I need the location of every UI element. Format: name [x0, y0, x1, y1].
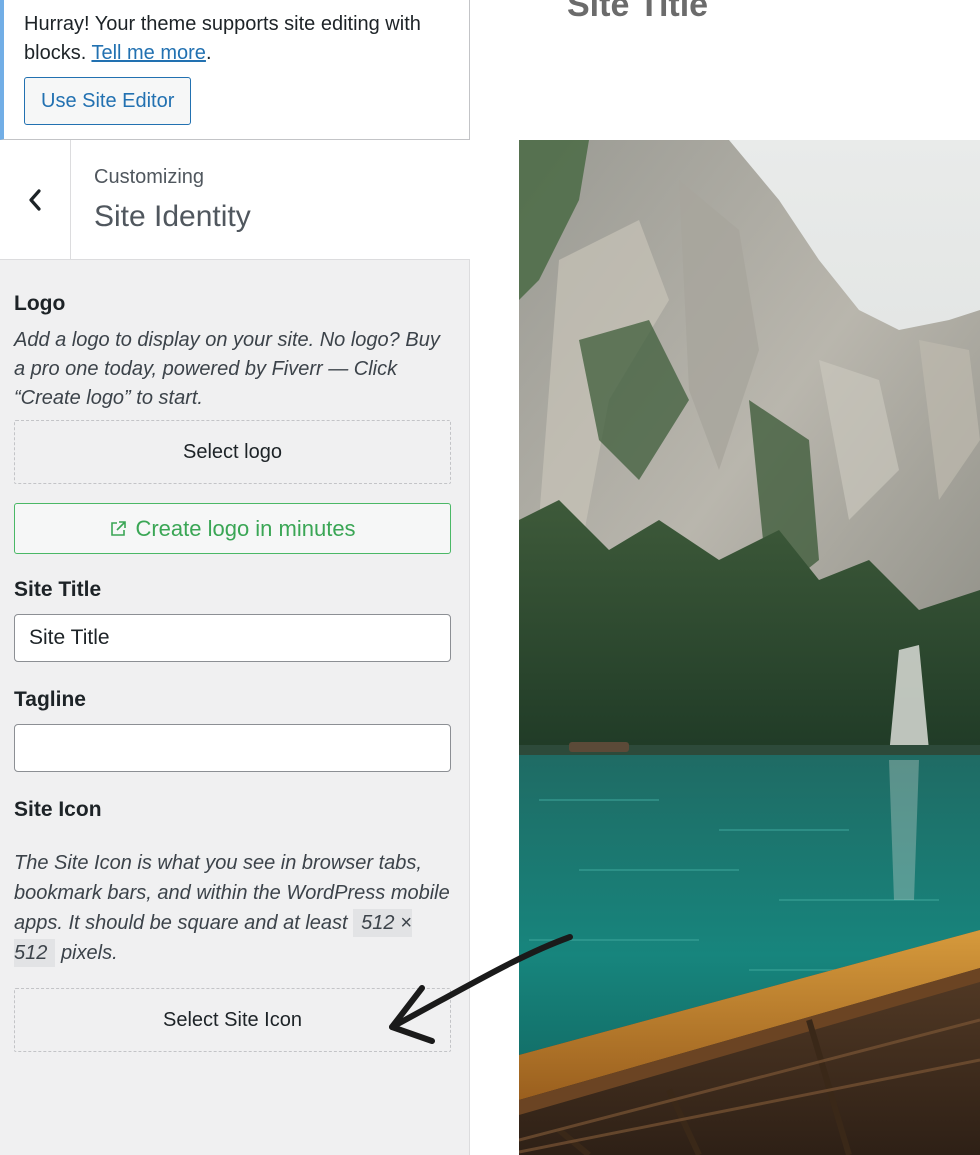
section-header: Customizing Site Identity [0, 140, 470, 260]
hero-image [519, 140, 980, 1155]
site-title-input[interactable] [14, 614, 451, 662]
preview-site-title[interactable]: Site Title [567, 0, 708, 25]
use-site-editor-button[interactable]: Use Site Editor [24, 77, 192, 125]
tagline-input[interactable] [14, 724, 451, 772]
page-title: Site Identity [94, 200, 251, 233]
notice-text: Hurray! Your theme supports site editing… [24, 13, 421, 64]
chevron-left-icon [29, 189, 41, 211]
tell-me-more-link[interactable]: Tell me more [91, 42, 205, 64]
external-link-icon [111, 520, 127, 536]
site-icon-description: The Site Icon is what you see in browser… [14, 848, 451, 968]
logo-label: Logo [14, 292, 66, 315]
customizer-sidebar: Hurray! Your theme supports site editing… [0, 0, 470, 1155]
select-logo-button[interactable]: Select logo [14, 420, 451, 484]
create-logo-button[interactable]: Create logo in minutes [14, 503, 451, 554]
site-icon-label: Site Icon [14, 798, 102, 821]
create-logo-label: Create logo in minutes [135, 515, 356, 541]
tagline-label: Tagline [14, 688, 86, 711]
select-site-icon-button[interactable]: Select Site Icon [14, 988, 451, 1052]
site-title-label: Site Title [14, 578, 102, 601]
breadcrumb: Customizing [94, 166, 205, 188]
logo-description: Add a logo to display on your site. No l… [14, 329, 440, 409]
site-editor-notice: Hurray! Your theme supports site editing… [0, 0, 470, 140]
back-button[interactable] [0, 140, 71, 260]
controls-panel: Logo Add a logo to display on your site.… [14, 260, 451, 1052]
